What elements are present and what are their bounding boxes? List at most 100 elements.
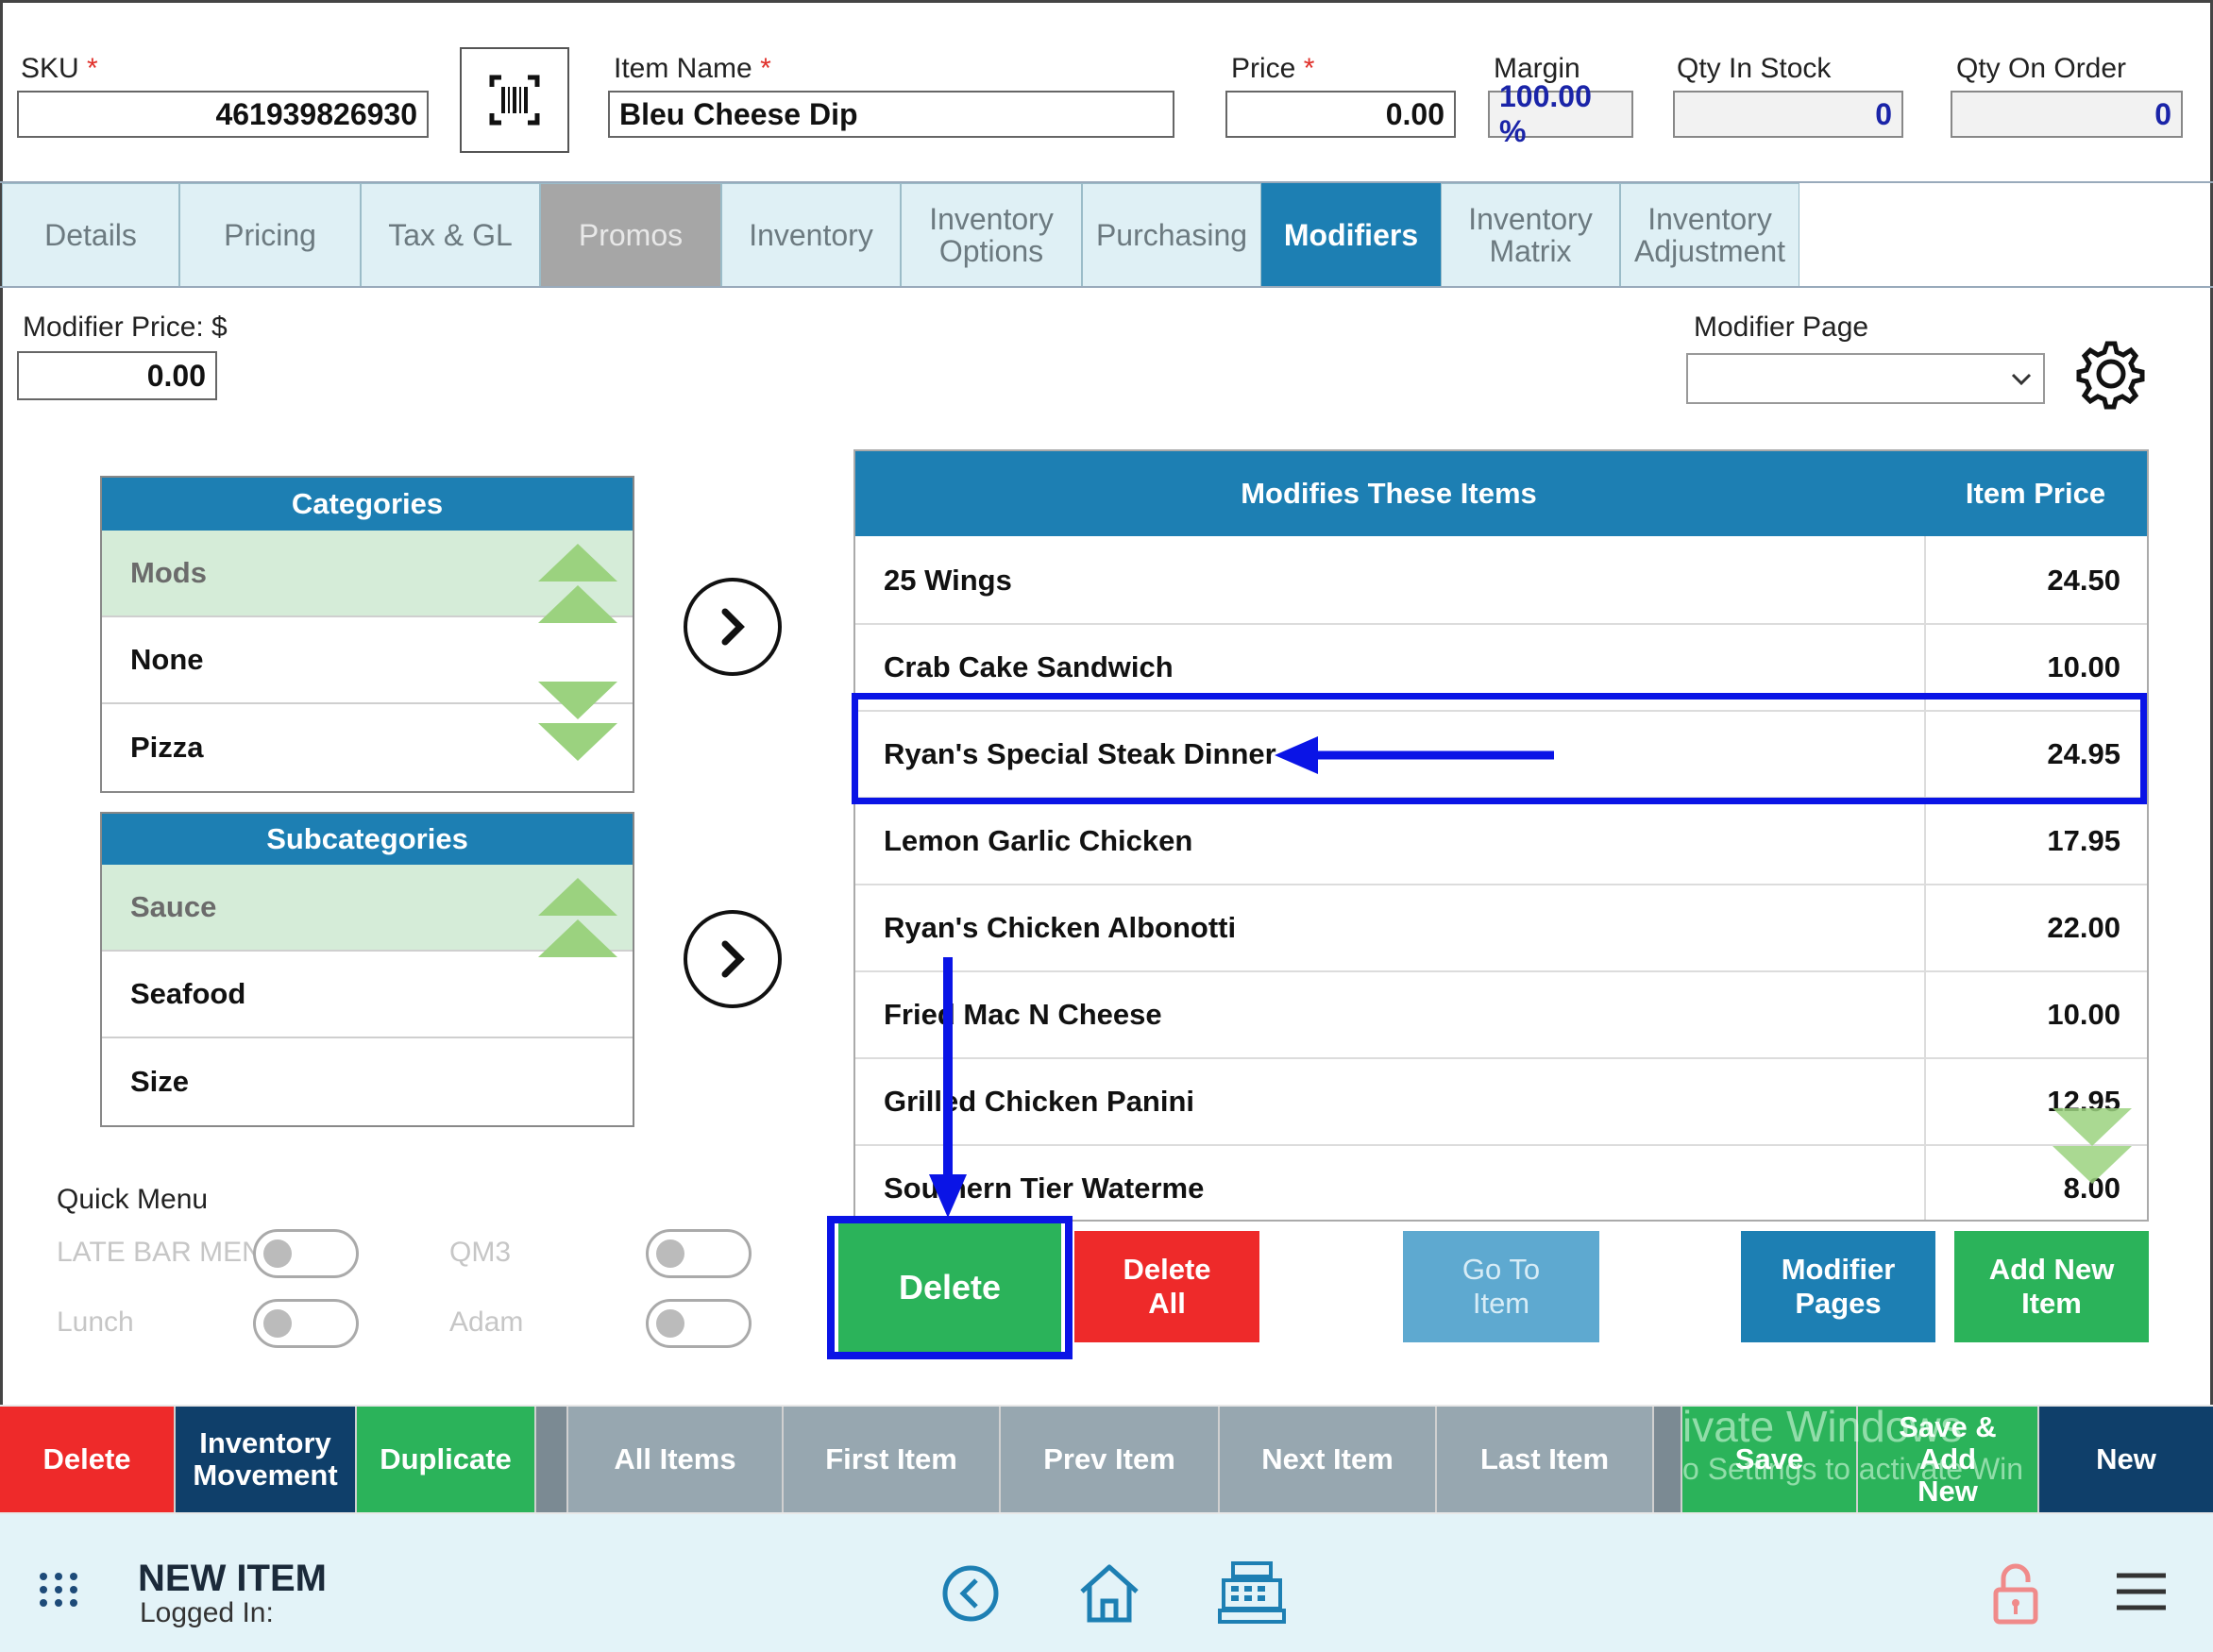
- add-new-item-button[interactable]: Add New Item: [1954, 1231, 2149, 1342]
- menu-button[interactable]: [2115, 1571, 2168, 1612]
- item-price-header: Item Price: [1922, 451, 2147, 536]
- back-button[interactable]: [940, 1563, 1001, 1624]
- tab-tax-gl[interactable]: Tax & GL: [361, 183, 540, 287]
- lock-icon: [1993, 1563, 2038, 1625]
- nav-spacer: [1654, 1407, 1682, 1512]
- row-item-price: 22.00: [2047, 911, 2120, 944]
- scroll-down-arrow-icon: [2053, 1146, 2132, 1184]
- quick-menu-label: Quick Menu: [57, 1184, 209, 1215]
- modifier-page-select[interactable]: [1686, 353, 2045, 404]
- lock-button[interactable]: [1990, 1561, 2041, 1626]
- barcode-icon: [489, 75, 540, 126]
- qty-on-order-label: Qty On Order: [1956, 53, 2127, 84]
- scroll-down-arrow-icon: [2053, 1108, 2132, 1146]
- nav-new-button[interactable]: New: [2039, 1407, 2213, 1512]
- app-menu-button[interactable]: [38, 1571, 79, 1609]
- subcategory-item[interactable]: Size: [102, 1038, 633, 1125]
- subcategories-scroll-up[interactable]: [538, 878, 617, 972]
- scroll-up-arrow-icon: [538, 919, 617, 957]
- home-button[interactable]: [1076, 1561, 1142, 1626]
- scroll-up-arrow-icon: [538, 585, 617, 623]
- chevron-down-icon: [2011, 373, 2032, 386]
- tab-inventory-matrix[interactable]: Inventory Matrix: [1441, 183, 1620, 287]
- table-row[interactable]: Ryan's Chicken Albonotti 22.00: [855, 885, 2147, 972]
- categories-panel: Categories Mods None Pizza: [100, 476, 634, 793]
- nav-last-item-button[interactable]: Last Item: [1437, 1407, 1654, 1512]
- nav-spacer: [536, 1407, 568, 1512]
- logged-in-label: Logged In:: [140, 1597, 274, 1628]
- margin-field: 100.00 %: [1488, 79, 1633, 148]
- row-item-price: 10.00: [2047, 998, 2120, 1031]
- add-subcategory-button[interactable]: [684, 910, 782, 1008]
- nav-prev-item-button[interactable]: Prev Item: [1001, 1407, 1220, 1512]
- row-item-price: 17.95: [2047, 824, 2120, 857]
- row-item-name: 25 Wings: [884, 564, 1012, 597]
- tab-modifiers[interactable]: Modifiers: [1261, 183, 1441, 287]
- nav-save-button[interactable]: Save: [1682, 1407, 1858, 1512]
- modifier-price-field[interactable]: 0.00: [17, 351, 217, 400]
- qty-on-order-field: 0: [1951, 91, 2183, 138]
- row-item-name: Lemon Garlic Chicken: [884, 824, 1193, 857]
- subcategories-title: Subcategories: [102, 814, 633, 865]
- item-name-field[interactable]: Bleu Cheese Dip: [608, 91, 1174, 138]
- tab-inventory-adjustment[interactable]: Inventory Adjustment: [1620, 183, 1799, 287]
- categories-scroll-down[interactable]: [538, 682, 617, 785]
- row-item-price: 24.50: [2047, 564, 2120, 597]
- modifier-pages-button[interactable]: Modifier Pages: [1741, 1231, 1935, 1342]
- modifier-price-label: Modifier Price: $: [23, 312, 228, 343]
- item-name-label: Item Name *: [614, 53, 771, 84]
- go-to-item-button[interactable]: Go To Item: [1403, 1231, 1599, 1342]
- register-button[interactable]: [1218, 1559, 1286, 1624]
- annotation-arrow-down-icon: [929, 957, 967, 1218]
- delete-all-button[interactable]: Delete All: [1074, 1231, 1259, 1342]
- qty-in-stock-label: Qty In Stock: [1677, 53, 1832, 84]
- nav-next-item-button[interactable]: Next Item: [1220, 1407, 1437, 1512]
- tab-purchasing[interactable]: Purchasing: [1082, 183, 1261, 287]
- table-row[interactable]: Southern Tier Waterme 8.00: [855, 1146, 2147, 1220]
- add-category-button[interactable]: [684, 578, 782, 676]
- nav-delete-button[interactable]: Delete: [0, 1407, 176, 1512]
- qty-in-stock-field: 0: [1673, 91, 1903, 138]
- subcategories-panel: Subcategories Sauce Seafood Size: [100, 812, 634, 1127]
- tab-bar-bottom-line: [0, 286, 2213, 288]
- nav-inventory-movement-button[interactable]: Inventory Movement: [176, 1407, 357, 1512]
- table-row[interactable]: Lemon Garlic Chicken 17.95: [855, 799, 2147, 885]
- barcode-button[interactable]: [460, 47, 569, 153]
- price-label: Price *: [1231, 53, 1315, 84]
- quick-menu-option-label: Lunch: [57, 1306, 134, 1338]
- nav-first-item-button[interactable]: First Item: [784, 1407, 1001, 1512]
- sku-field[interactable]: 461939826930: [17, 91, 429, 138]
- table-row[interactable]: Fried Mac N Cheese 10.00: [855, 972, 2147, 1059]
- tab-details[interactable]: Details: [2, 183, 179, 287]
- quick-menu-toggle[interactable]: [646, 1299, 752, 1348]
- tab-inventory[interactable]: Inventory: [721, 183, 901, 287]
- categories-scroll-up[interactable]: [538, 544, 617, 638]
- quick-menu-option-label: LATE BAR MENU: [57, 1237, 283, 1268]
- menu-icon: [2117, 1573, 2166, 1610]
- tab-inventory-options[interactable]: Inventory Options: [901, 183, 1082, 287]
- grid-icon: [40, 1573, 77, 1607]
- table-row[interactable]: 25 Wings 24.50: [855, 538, 2147, 625]
- quick-menu-option-label: Adam: [449, 1306, 524, 1338]
- back-icon: [942, 1565, 999, 1622]
- scroll-down-arrow-icon: [538, 723, 617, 761]
- settings-button[interactable]: [2073, 336, 2149, 412]
- table-row[interactable]: Grilled Chicken Panini 12.95: [855, 1059, 2147, 1146]
- sku-label: SKU *: [21, 53, 98, 84]
- quick-menu-toggle[interactable]: [253, 1299, 359, 1348]
- chevron-right-icon: [721, 940, 745, 978]
- tab-promos[interactable]: Promos: [540, 183, 721, 287]
- tab-pricing[interactable]: Pricing: [179, 183, 361, 287]
- nav-save-add-new-button[interactable]: Save & Add New: [1858, 1407, 2039, 1512]
- scroll-up-arrow-icon: [538, 544, 617, 582]
- nav-all-items-button[interactable]: All Items: [568, 1407, 784, 1512]
- chevron-right-icon: [721, 608, 745, 646]
- scroll-down-arrow-icon: [538, 682, 617, 719]
- price-field[interactable]: 0.00: [1225, 91, 1456, 138]
- nav-duplicate-button[interactable]: Duplicate: [357, 1407, 536, 1512]
- quick-menu-toggle[interactable]: [646, 1229, 752, 1278]
- scroll-up-arrow-icon: [538, 878, 617, 916]
- quick-menu-toggle[interactable]: [253, 1229, 359, 1278]
- table-scroll-down[interactable]: [2053, 1108, 2132, 1203]
- gear-icon: [2076, 341, 2145, 410]
